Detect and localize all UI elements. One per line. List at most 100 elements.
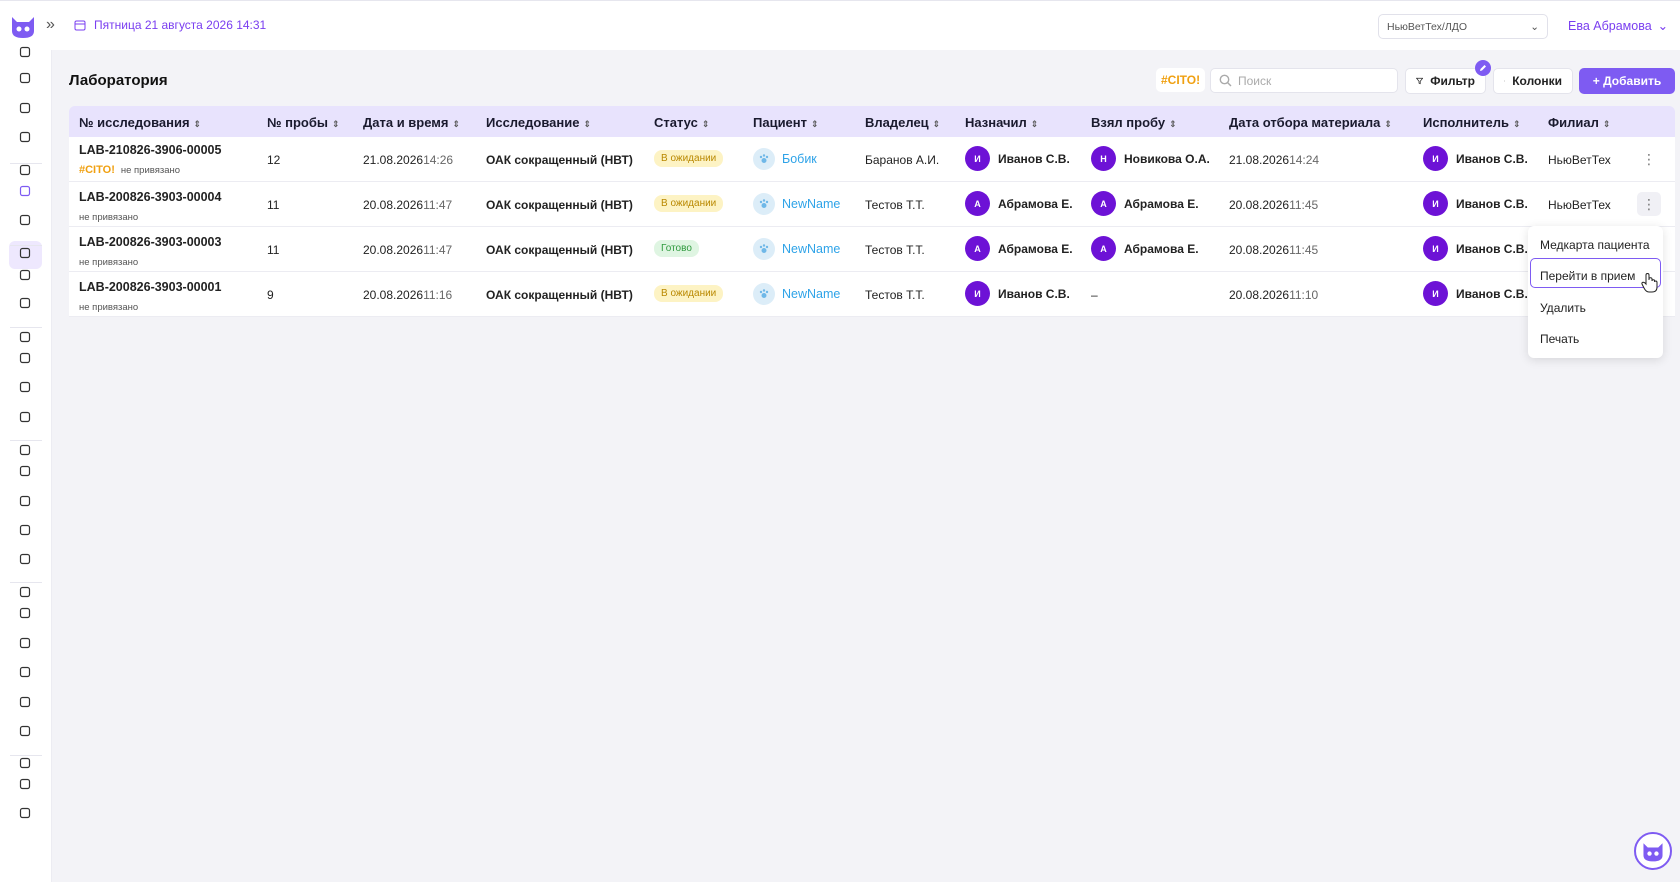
sidebar-chart-icon[interactable] <box>17 584 33 600</box>
patient-link[interactable]: NewName <box>753 238 840 260</box>
user-menu[interactable]: Ева Абрамова ⌄ <box>1568 18 1668 34</box>
lab-id[interactable]: LAB-200826-3903-00001 <box>79 280 221 294</box>
executor-name: Иванов С.В. <box>1456 151 1528 166</box>
menu-item-go-to-appointment[interactable]: Перейти в прием <box>1540 269 1635 283</box>
material-datetime: 20.08.202611:10 <box>1229 288 1318 302</box>
status-badge: В ожидании <box>654 150 724 167</box>
assistant-bot-button[interactable] <box>1634 832 1672 870</box>
menu-item-medical-record[interactable]: Медкарта пациента <box>1540 238 1650 252</box>
column-header[interactable]: Взял пробу ⇕ <box>1091 115 1177 130</box>
sidebar-phone-doc-icon[interactable] <box>17 463 33 479</box>
test-name: ОАК сокращенный (НВТ) <box>486 198 633 212</box>
sidebar-doc-search-icon[interactable] <box>17 350 33 366</box>
search-input[interactable]: Поиск <box>1210 68 1398 93</box>
sidebar-pets-icon[interactable] <box>17 129 33 145</box>
table-row[interactable]: LAB-200826-3903-00004 не привязано 11 20.08… <box>69 182 1675 227</box>
add-button[interactable]: + Добавить <box>1579 68 1675 94</box>
search-icon <box>1219 74 1232 87</box>
sidebar-phone-icon[interactable] <box>17 493 33 509</box>
column-header[interactable]: № исследования ⇕ <box>79 115 201 130</box>
avatar: И <box>965 146 990 171</box>
sidebar-transfer-icon[interactable] <box>17 295 33 311</box>
table-row[interactable]: LAB-200826-3903-00001 не привязано 9 20.08.… <box>69 272 1675 317</box>
owner-name: Тестов Т.Т. <box>865 288 925 302</box>
table-row[interactable]: LAB-210826-3906-00005 #CITO! не привязано 1… <box>69 137 1675 182</box>
column-header[interactable]: Владелец ⇕ <box>865 115 940 130</box>
sort-icon[interactable]: ⇕ <box>702 119 710 129</box>
column-header[interactable]: Дата и время ⇕ <box>363 115 460 130</box>
filter-label: Фильтр <box>1430 74 1475 88</box>
assigned-name: Иванов С.В. <box>998 151 1070 166</box>
filter-button[interactable]: Фильтр <box>1405 68 1486 94</box>
branch-name: НьюВетТех <box>1548 153 1611 167</box>
expand-sidebar-icon[interactable]: » <box>46 16 55 34</box>
table-row[interactable]: LAB-200826-3903-00003 не привязано 11 20.08… <box>69 227 1675 272</box>
sidebar-bar-chart-icon[interactable] <box>17 694 33 710</box>
sort-icon[interactable]: ⇕ <box>194 119 202 129</box>
patient-link[interactable]: NewName <box>753 193 840 215</box>
sort-icon[interactable]: ⇕ <box>453 119 461 129</box>
sidebar-archive-icon[interactable] <box>17 379 33 395</box>
date: 21.08.2026 <box>363 153 424 167</box>
sort-icon[interactable]: ⇕ <box>1513 119 1521 129</box>
sidebar-test-tube-icon[interactable] <box>17 212 33 228</box>
sidebar-users-icon[interactable] <box>17 776 33 792</box>
sidebar-inbox-icon[interactable] <box>17 409 33 425</box>
patient-link[interactable]: Бобик <box>753 148 817 170</box>
sort-icon[interactable]: ⇕ <box>933 119 941 129</box>
column-header[interactable]: Статус ⇕ <box>654 115 709 130</box>
sidebar-syringe-icon[interactable] <box>17 183 33 199</box>
material-datetime: 20.08.202611:45 <box>1229 243 1318 257</box>
sidebar-line-chart-icon[interactable] <box>17 635 33 651</box>
sidebar-monitor-icon[interactable] <box>17 44 33 60</box>
column-header[interactable]: № пробы ⇕ <box>267 115 340 130</box>
sidebar-settings-icon[interactable] <box>17 755 33 771</box>
column-header[interactable]: Филиал ⇕ <box>1548 115 1610 130</box>
sort-icon[interactable]: ⇕ <box>583 119 591 129</box>
datetime: 20.08.202611:47 <box>363 198 452 212</box>
assigned-by: И Иванов С.В. <box>965 281 1070 306</box>
patient-link[interactable]: NewName <box>753 283 840 305</box>
sidebar-stack-icon[interactable] <box>17 329 33 345</box>
sidebar-calendar-icon[interactable] <box>17 100 33 116</box>
sidebar-report-icon[interactable] <box>17 664 33 680</box>
sort-icon[interactable]: ⇕ <box>811 119 819 129</box>
test-name: ОАК сокращенный (НВТ) <box>486 288 633 302</box>
menu-item-delete[interactable]: Удалить <box>1540 301 1586 315</box>
sample-number: 12 <box>267 153 281 167</box>
lab-id[interactable]: LAB-210826-3906-00005 <box>79 143 221 157</box>
cito-filter-tag[interactable]: #CITO! <box>1156 68 1206 92</box>
sidebar-clipboard-icon[interactable] <box>17 522 33 538</box>
date: 20.08.2026 <box>363 288 424 302</box>
sort-icon[interactable]: ⇕ <box>1603 119 1611 129</box>
sort-icon[interactable]: ⇕ <box>1031 119 1039 129</box>
sort-icon[interactable]: ⇕ <box>1169 119 1177 129</box>
executor: И Иванов С.В. <box>1423 191 1528 216</box>
row-more-icon[interactable]: ⋮ <box>1637 192 1661 216</box>
sidebar-pie-icon[interactable] <box>17 605 33 621</box>
column-header[interactable]: Пациент ⇕ <box>753 115 819 130</box>
row-more-icon[interactable]: ⋮ <box>1637 147 1661 171</box>
sort-icon[interactable]: ⇕ <box>332 119 340 129</box>
column-header[interactable]: Исследование ⇕ <box>486 115 591 130</box>
sidebar-file-icon[interactable] <box>17 723 33 739</box>
pencil-icon[interactable] <box>1475 60 1491 76</box>
sidebar-home-icon[interactable] <box>17 70 33 86</box>
cat-logo-icon[interactable] <box>8 11 38 41</box>
sidebar-calendar-icon[interactable] <box>17 805 33 821</box>
branch-select[interactable]: НьюВетТех/ЛДО ⌄ <box>1378 14 1548 39</box>
columns-button[interactable]: Колонки <box>1493 68 1573 94</box>
lab-id[interactable]: LAB-200826-3903-00003 <box>79 235 221 249</box>
lab-id[interactable]: LAB-200826-3903-00004 <box>79 190 221 204</box>
column-header[interactable]: Исполнитель ⇕ <box>1423 115 1521 130</box>
sidebar-mail-icon[interactable] <box>17 551 33 567</box>
sidebar-clipboard-icon[interactable] <box>17 267 33 283</box>
sidebar-heart-icon[interactable] <box>17 162 33 178</box>
sample-number: 11 <box>267 198 280 212</box>
menu-item-print[interactable]: Печать <box>1540 332 1579 346</box>
sidebar-phone-icon[interactable] <box>17 442 33 458</box>
column-header[interactable]: Дата отбора материала ⇕ <box>1229 115 1392 130</box>
column-header[interactable]: Назначил ⇕ <box>965 115 1038 130</box>
sidebar-box-icon[interactable] <box>17 245 33 261</box>
sort-icon[interactable]: ⇕ <box>1384 119 1392 129</box>
